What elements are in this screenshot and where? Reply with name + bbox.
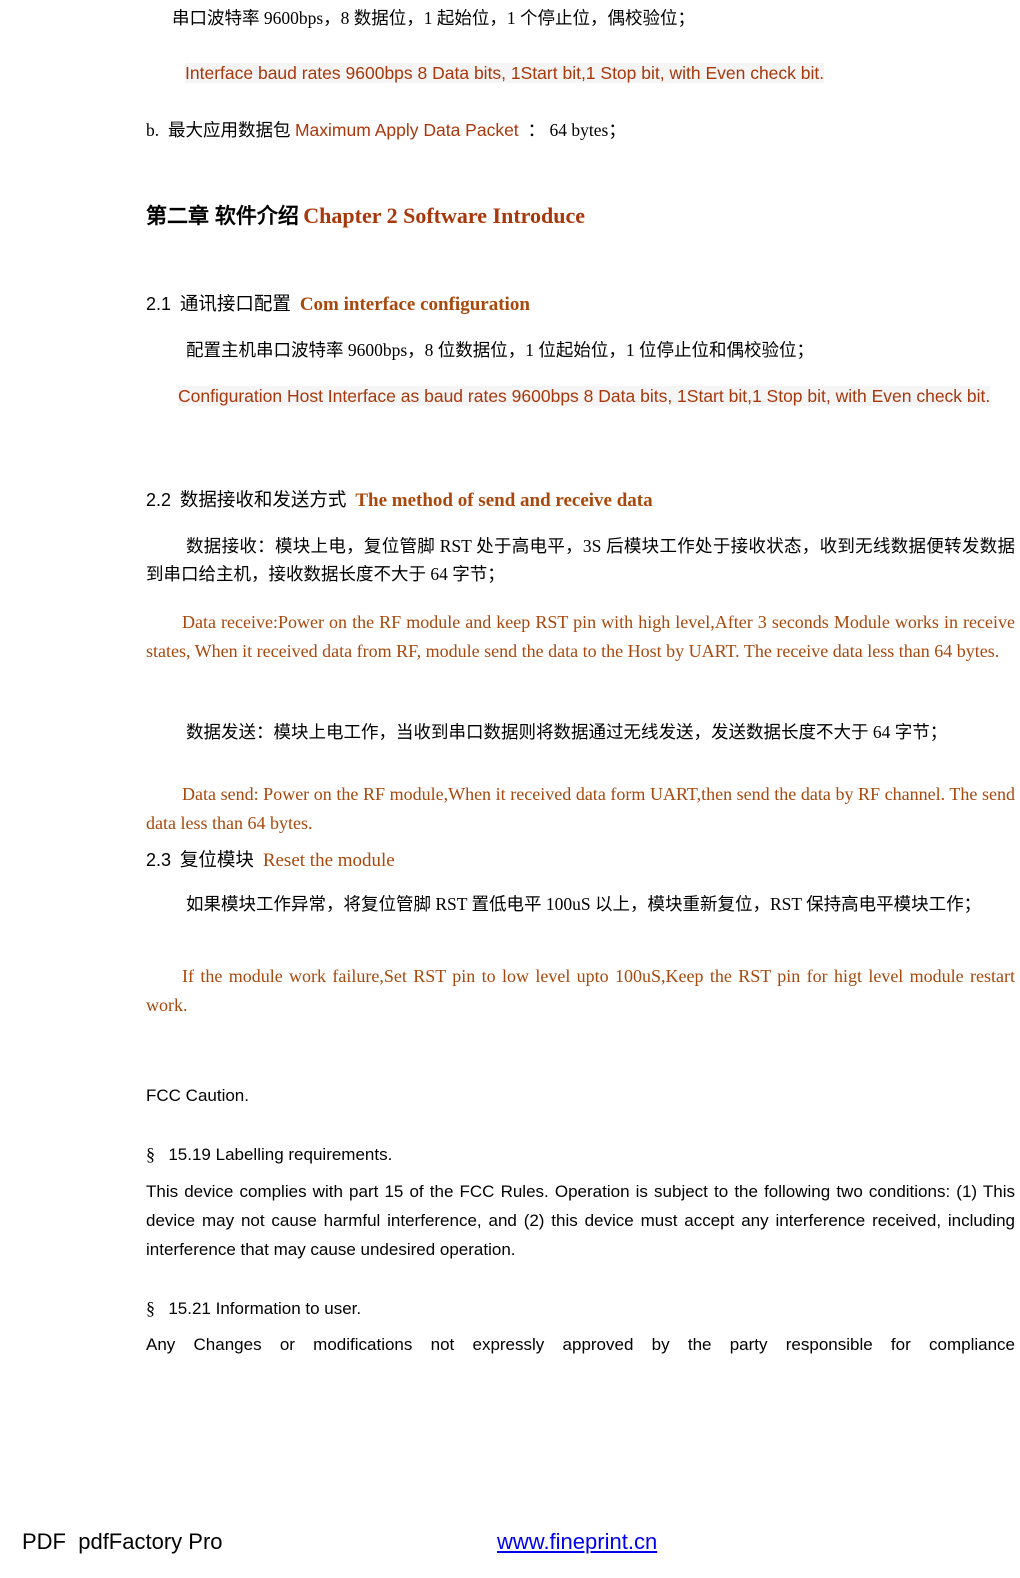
serial-spec-chinese-text: 串口波特率 9600bps，8 数据位，1 起始位，1 个停止位，偶校验位； (172, 8, 696, 28)
section-21-body-chinese: 配置主机串口波特率 9600bps，8 位数据位，1 位起始位，1 位停止位和偶… (186, 336, 1016, 364)
section-22-number: 2.2 (146, 490, 172, 510)
document-page: 串口波特率 9600bps，8 数据位，1 起始位，1 个停止位，偶校验位； I… (0, 0, 1020, 1578)
fcc-caution-title: FCC Caution. (146, 1086, 1006, 1106)
section-23-english: Reset the module (262, 850, 395, 871)
footer-website-link[interactable]: www.fineprint.cn (497, 1529, 657, 1555)
section-23-body-english: If the module work failure,Set RST pin t… (146, 962, 1015, 1020)
section-22-receive-english: Data receive:Power on the RF module and … (146, 608, 1015, 666)
chapter-heading-chinese: 第二章 软件介绍 (146, 205, 299, 228)
max-packet-separator: ： (527, 120, 546, 140)
section-22-chinese: 数据接收和发送方式 (179, 491, 347, 511)
max-packet-english: Maximum Apply Data Packet (294, 120, 519, 140)
serial-spec-chinese-line: 串口波特率 9600bps，8 数据位，1 起始位，1 个停止位，偶校验位； (172, 4, 1002, 32)
section-21-heading: 2.1 通讯接口配置 Com interface configuration (146, 290, 1006, 316)
section-22-receive-chinese: 数据接收：模块上电，复位管脚 RST 处于高电平，3S 后模块工作处于接收状态，… (146, 532, 1015, 589)
section-21-body-chinese-text: 配置主机串口波特率 9600bps，8 位数据位，1 位起始位，1 位停止位和偶… (186, 340, 815, 360)
fcc-item-1519-title: § 15.19 Labelling requirements. (146, 1144, 1006, 1165)
fcc-item-1519-body: This device complies with part 15 of the… (146, 1178, 1015, 1265)
section-22-english: The method of send and receive data (355, 490, 653, 511)
fcc-item-1519-title-text: 15.19 Labelling requirements. (168, 1145, 393, 1164)
section-23-chinese: 复位模块 (179, 851, 254, 871)
section-21-chinese: 通讯接口配置 (179, 295, 291, 315)
fcc-item-1521-body-text: Any Changes or modifications not express… (146, 1335, 1015, 1354)
chapter-heading: 第二章 软件介绍 Chapter 2 Software Introduce (146, 200, 1006, 230)
section-symbol-icon: § (146, 1144, 155, 1164)
section-21-body-english-text: Configuration Host Interface as baud rat… (178, 386, 991, 406)
section-21-number: 2.1 (146, 294, 172, 314)
footer-producer-label: PDF pdfFactory Pro (22, 1529, 223, 1554)
max-packet-chinese: 最大应用数据包 (168, 120, 291, 140)
serial-spec-english-text: Interface baud rates 9600bps 8 Data bits… (185, 63, 825, 83)
section-22-send-chinese-text: 数据发送：模块上电工作，当收到串口数据则将数据通过无线发送，发送数据长度不大于 … (186, 722, 948, 742)
fcc-caution-title-text: FCC Caution. (146, 1086, 249, 1105)
max-packet-item: b. 最大应用数据包 Maximum Apply Data Packet ： 6… (146, 116, 1006, 144)
section-23-number: 2.3 (146, 850, 172, 870)
section-22-receive-english-text: Data receive:Power on the RF module and … (146, 612, 1015, 661)
section-21-body-english: Configuration Host Interface as baud rat… (178, 382, 1014, 410)
max-packet-bullet: b. (146, 120, 160, 140)
serial-spec-english-line: Interface baud rates 9600bps 8 Data bits… (185, 59, 1005, 87)
section-23-body-chinese: 如果模块工作异常，将复位管脚 RST 置低电平 100uS 以上，模块重新复位，… (146, 890, 1015, 918)
chapter-heading-english: Chapter 2 Software Introduce (303, 203, 586, 228)
section-23-body-english-text: If the module work failure,Set RST pin t… (146, 966, 1015, 1015)
section-symbol-icon-2: § (146, 1298, 155, 1318)
section-22-heading: 2.2 数据接收和发送方式 The method of send and rec… (146, 486, 1006, 512)
fcc-item-1521-title: § 15.21 Information to user. (146, 1298, 1006, 1319)
section-22-send-english-text: Data send: Power on the RF module,When i… (146, 784, 1015, 833)
fcc-item-1519-body-text: This device complies with part 15 of the… (146, 1182, 1015, 1259)
fcc-item-1521-body: Any Changes or modifications not express… (146, 1331, 1015, 1360)
section-23-heading: 2.3 复位模块 Reset the module (146, 846, 1006, 872)
max-packet-value: 64 bytes； (549, 120, 626, 140)
page-footer: PDF pdfFactory Pro www.fineprint.cn (0, 1529, 1020, 1569)
section-22-send-chinese: 数据发送：模块上电工作，当收到串口数据则将数据通过无线发送，发送数据长度不大于 … (146, 718, 1015, 746)
section-22-receive-chinese-text: 数据接收：模块上电，复位管脚 RST 处于高电平，3S 后模块工作处于接收状态，… (146, 536, 1015, 585)
section-21-english: Com interface configuration (299, 294, 530, 315)
section-23-body-chinese-text: 如果模块工作异常，将复位管脚 RST 置低电平 100uS 以上，模块重新复位，… (186, 894, 982, 914)
fcc-item-1521-title-text: 15.21 Information to user. (168, 1299, 362, 1318)
section-22-send-english: Data send: Power on the RF module,When i… (146, 780, 1015, 838)
